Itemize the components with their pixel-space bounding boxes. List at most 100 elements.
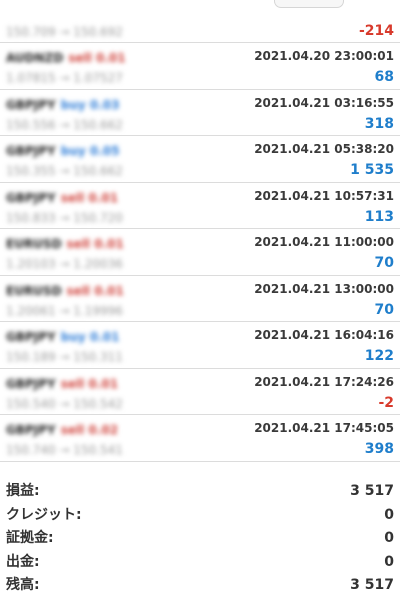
trade-row[interactable]: GBPJPY buy 0.03 2021.04.21 03:16:55 150.5… [0,90,400,136]
trade-prices: 1.20061 → 1.19996 [6,303,123,318]
trade-row-line2: 1.20103 → 1.20036 70 [6,253,394,273]
summary-value: 0 [384,506,394,523]
trade-profit: 398 [364,441,394,457]
trade-row-line2: 150.556 → 150.662 318 [6,114,394,134]
trade-prices: 150.556 → 150.662 [6,117,123,132]
trade-symbol: GBPJPY [6,330,56,344]
summary-row-profit: 損益: 3 517 [0,480,400,504]
trade-row-line1: GBPJPY buy 0.01 2021.04.21 16:04:16 [6,326,394,346]
trade-symbol: AUDNZD [6,51,64,65]
trade-row[interactable]: GBPJPY sell 0.02 2021.04.21 17:45:05 150.… [0,415,400,462]
trade-history-list[interactable]: 150.709 → 150.692 -214 AUDNZD sell 0.01 2… [0,0,400,462]
trade-profit: 113 [364,208,394,225]
summary-label: 残高: [6,577,40,593]
trade-datetime: 2021.04.21 03:16:55 [254,95,394,110]
summary-row-withdrawal: 出金: 0 [0,551,400,575]
trade-row[interactable]: EURUSD sell 0.01 2021.04.21 13:00:00 1.20… [0,276,400,322]
trade-profit: -2 [378,394,394,411]
trade-instrument: GBPJPY sell 0.02 [6,421,118,439]
trade-datetime: 2021.04.21 16:04:16 [254,328,394,342]
summary-label: 出金: [6,553,40,570]
trade-prices: 150.355 → 150.662 [6,164,123,178]
trade-row-line1: GBPJPY sell 0.02 2021.04.21 17:45:05 [6,419,394,439]
trade-row-line1: AUDNZD sell 0.01 2021.04.20 23:00:01 [6,47,394,67]
summary-value: 3 517 [350,577,394,593]
trade-row-line1: GBPJPY buy 0.03 2021.04.21 03:16:55 [6,94,394,114]
trade-side: sell 0.01 [66,283,124,298]
trade-symbol: EURUSD [6,283,62,298]
summary-label: クレジット: [6,506,82,523]
trade-profit: 68 [374,69,394,85]
trade-profit: -214 [358,23,394,39]
summary-value: 3 517 [350,483,394,499]
trade-profit: 70 [374,255,394,271]
trade-row-line2: 1.20061 → 1.19996 70 [6,300,394,320]
trade-instrument: GBPJPY buy 0.05 [6,142,120,160]
trade-side: sell 0.01 [66,237,124,251]
trade-row[interactable]: 150.709 → 150.692 -214 [0,0,400,43]
trade-row-line1: GBPJPY buy 0.05 2021.04.21 05:38:20 [6,140,394,160]
trade-datetime: 2021.04.21 17:24:26 [254,374,394,389]
trade-symbol: GBPJPY [6,97,56,112]
summary-row-credit: クレジット: 0 [0,504,400,528]
trade-datetime: 2021.04.21 13:00:00 [254,281,394,296]
trade-row-line2: 1.07815 → 1.07527 68 [6,67,394,87]
trade-profit: 70 [374,301,394,318]
trade-instrument: GBPJPY buy 0.03 [6,96,120,114]
trade-side: sell 0.01 [68,51,126,65]
trade-symbol: GBPJPY [6,144,56,158]
trade-datetime: 2021.04.21 05:38:20 [254,142,394,156]
trade-row-line2: 150.355 → 150.662 1 535 [6,160,394,180]
trade-prices: 150.709 → 150.692 [6,25,123,39]
trade-row-line1: EURUSD sell 0.01 2021.04.21 11:00:00 [6,233,394,253]
trade-row-line1: GBPJPY sell 0.01 2021.04.21 10:57:31 [6,187,394,207]
trade-datetime: 2021.04.21 11:00:00 [254,235,394,249]
trade-symbol: GBPJPY [6,376,56,391]
trade-row[interactable]: AUDNZD sell 0.01 2021.04.20 23:00:01 1.07… [0,43,400,90]
trade-instrument: AUDNZD sell 0.01 [6,49,126,67]
trade-history-screen: 150.709 → 150.692 -214 AUDNZD sell 0.01 2… [0,0,400,600]
trade-prices: 150.833 → 150.720 [6,210,123,225]
trade-row[interactable]: GBPJPY buy 0.01 2021.04.21 16:04:16 150.1… [0,322,400,369]
summary-label: 損益: [6,483,40,499]
trade-row[interactable]: GBPJPY sell 0.01 2021.04.21 10:57:31 150.… [0,183,400,229]
trade-row-line2: 150.740 → 150.541 398 [6,439,394,459]
trade-row-line2: 150.540 → 150.542 -2 [6,393,394,413]
summary-row-balance: 残高: 3 517 [0,574,400,598]
trade-symbol: GBPJPY [6,190,56,205]
trade-side: buy 0.01 [60,330,120,344]
trade-symbol: GBPJPY [6,423,56,437]
trade-profit: 318 [364,115,394,132]
trade-row[interactable]: GBPJPY buy 0.05 2021.04.21 05:38:20 150.3… [0,136,400,183]
trade-instrument: GBPJPY buy 0.01 [6,328,120,346]
trade-symbol: EURUSD [6,237,62,251]
account-summary: 損益: 3 517 クレジット: 0 証拠金: 0 出金: 0 残高: 3 51… [0,480,400,598]
trade-row-line2: 150.833 → 150.720 113 [6,207,394,227]
summary-label: 証拠金: [6,530,54,546]
trade-prices: 150.740 → 150.541 [6,443,123,457]
summary-row-deposit: 証拠金: 0 [0,527,400,551]
trade-instrument: EURUSD sell 0.01 [6,235,124,253]
trade-row[interactable]: GBPJPY sell 0.01 2021.04.21 17:24:26 150.… [0,369,400,415]
trade-datetime: 2021.04.20 23:00:01 [254,49,394,63]
trade-instrument: GBPJPY sell 0.01 [6,189,118,207]
trade-row-line1: GBPJPY sell 0.01 2021.04.21 17:24:26 [6,373,394,393]
trade-row-line2: 150.709 → 150.692 -214 [6,21,394,41]
summary-value: 0 [384,553,394,570]
trade-row-line2: 150.189 → 150.311 122 [6,346,394,366]
trade-side: buy 0.03 [60,97,120,112]
trade-profit: 1 535 [350,162,394,178]
trade-prices: 1.07815 → 1.07527 [6,71,123,85]
trade-prices: 1.20103 → 1.20036 [6,257,123,271]
trade-datetime: 2021.04.21 10:57:31 [254,188,394,203]
trade-instrument: GBPJPY sell 0.01 [6,375,118,393]
trade-prices: 150.540 → 150.542 [6,396,123,411]
trade-row[interactable]: EURUSD sell 0.01 2021.04.21 11:00:00 1.20… [0,229,400,276]
trade-instrument: EURUSD sell 0.01 [6,282,124,300]
summary-value: 0 [384,530,394,546]
trade-side: sell 0.01 [60,190,119,205]
trade-side: buy 0.05 [60,144,120,158]
trade-prices: 150.189 → 150.311 [6,350,123,364]
trade-row-line1: EURUSD sell 0.01 2021.04.21 13:00:00 [6,280,394,300]
trade-profit: 122 [364,348,394,364]
